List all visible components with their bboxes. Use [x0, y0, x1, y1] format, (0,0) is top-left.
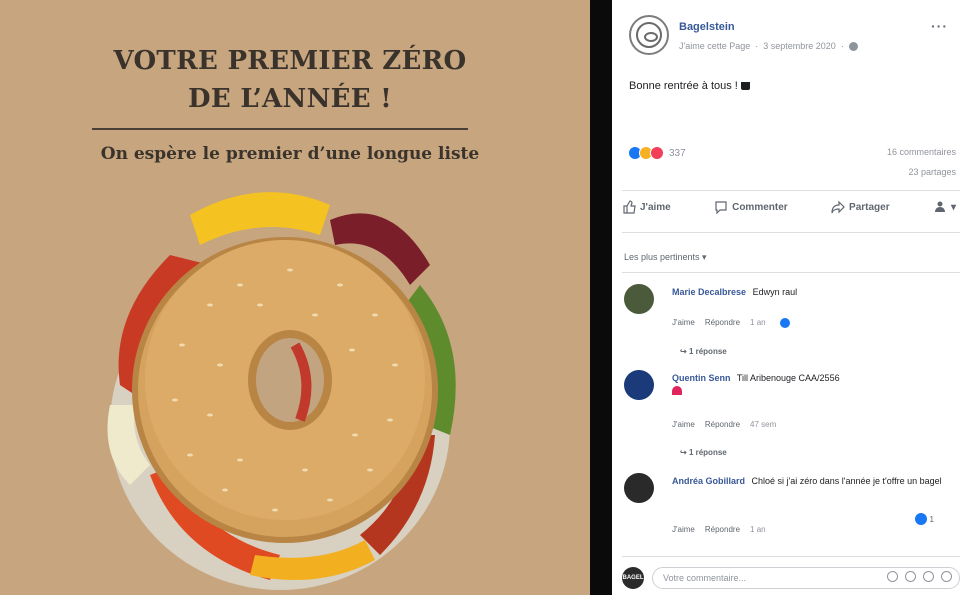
post-date[interactable]: 3 septembre 2020 [763, 41, 836, 51]
post-photo[interactable]: VOTRE PREMIER ZÉRO DE L’ANNÉE ! On espèr… [0, 0, 590, 595]
gif-icon[interactable] [923, 571, 934, 582]
composer-tools [887, 571, 952, 582]
comment-meta: J'aime Répondre 1 an [672, 318, 790, 328]
separator [622, 272, 960, 273]
like-reaction-icon [914, 513, 927, 525]
people-icon [934, 201, 945, 212]
ad-divider [92, 128, 468, 130]
shares-count[interactable]: 23 partages [908, 167, 956, 177]
comment-time[interactable]: 1 an [750, 318, 766, 328]
comment-likes-count: 1 [929, 514, 934, 524]
view-replies-link[interactable]: ↪ 1 réponse [680, 347, 727, 356]
post-panel: Bagelstein J'aime cette Page · 3 septemb… [612, 0, 960, 595]
sticker-icon[interactable] [941, 571, 952, 582]
like-page-link[interactable]: J'aime cette Page [679, 41, 750, 51]
comment-reply-link[interactable]: Répondre [705, 420, 740, 429]
commenter-avatar[interactable] [624, 370, 654, 400]
comment-body: Quentin Senn Till Aribenouge CAA/2556 [672, 372, 946, 398]
share-icon [831, 200, 845, 214]
comment-label: Commenter [732, 201, 788, 213]
thumbs-up-icon [623, 200, 636, 214]
page-avatar[interactable] [629, 15, 669, 55]
more-options-icon[interactable]: ··· [931, 18, 948, 34]
reactions-count: 337 [669, 147, 686, 159]
heart-emoji-icon [672, 386, 682, 395]
separator [622, 556, 960, 557]
commenter-avatar[interactable] [624, 284, 654, 314]
share-button[interactable]: Partager [831, 200, 890, 214]
ad-title-line2: DE L’ANNÉE ! [188, 84, 392, 114]
replies-count: 1 réponse [688, 347, 727, 356]
comment-author[interactable]: Andréa Gobillard [672, 476, 745, 486]
like-badge-icon [779, 318, 790, 328]
comment-sort-dropdown[interactable]: Les plus pertinents ▾ [624, 252, 707, 263]
photo-divider [590, 0, 612, 595]
chevron-down-icon: ▾ [950, 201, 956, 213]
ad-title: VOTRE PREMIER ZÉRO DE L’ANNÉE ! [60, 42, 520, 118]
comment-author[interactable]: Quentin Senn [672, 373, 731, 383]
comment-icon [715, 201, 727, 214]
comment-author[interactable]: Marie Decalbrese [672, 287, 746, 297]
audience-selector[interactable]: ▾ [933, 200, 956, 214]
comment-time[interactable]: 1 an [750, 525, 766, 534]
comment-like-link[interactable]: J'aime [672, 420, 695, 429]
share-label: Partager [849, 201, 890, 213]
comment-time[interactable]: 47 sem [750, 420, 776, 429]
comment-meta: J'aime Répondre 47 sem [672, 420, 776, 429]
ad-subtitle: On espère le premier d’une longue liste [100, 144, 480, 164]
comment-like-link[interactable]: J'aime [672, 525, 695, 534]
camera-icon[interactable] [905, 571, 916, 582]
comment-text: Edwyn raul [752, 287, 798, 297]
action-bar: J'aime Commenter Partager ▾ [622, 200, 956, 214]
comment-button[interactable]: Commenter [714, 200, 788, 214]
comment-reactions[interactable]: 1 [914, 513, 934, 525]
bagel-illustration [107, 192, 456, 590]
post-text-content: Bonne rentrée à tous ! [629, 80, 738, 92]
commenter-avatar[interactable] [624, 473, 654, 503]
emoji-icon[interactable] [887, 571, 898, 582]
comment-text: Chloé si j'ai zéro dans l'année je t'off… [751, 476, 942, 486]
reactions-summary[interactable]: 337 [628, 146, 686, 160]
comment-composer: BAGEL Votre commentaire... [622, 566, 960, 590]
comment-meta: J'aime Répondre 1 an [672, 525, 766, 534]
post-text: Bonne rentrée à tous ! [629, 80, 750, 92]
comment-reply-link[interactable]: Répondre [705, 318, 740, 328]
globe-icon [848, 41, 858, 51]
replies-count: 1 réponse [688, 448, 727, 457]
post-meta: J'aime cette Page · 3 septembre 2020 · [679, 41, 858, 51]
comment-like-link[interactable]: J'aime [672, 318, 695, 328]
page-name-link[interactable]: Bagelstein [679, 21, 735, 33]
like-button[interactable]: J'aime [622, 200, 671, 214]
current-user-avatar: BAGEL [622, 567, 644, 589]
comment-body: Andréa Gobillard Chloé si j'ai zéro dans… [672, 475, 946, 488]
separator [622, 232, 960, 233]
comments-count[interactable]: 16 commentaires [887, 147, 956, 157]
coffee-emoji-icon [740, 82, 750, 90]
ad-title-line1: VOTRE PREMIER ZÉRO [113, 46, 467, 76]
comment-reply-link[interactable]: Répondre [705, 525, 740, 534]
like-label: J'aime [640, 201, 671, 213]
comment-body: Marie Decalbrese Edwyn raul [672, 286, 946, 299]
love-reaction-icon [650, 146, 664, 160]
comment-text: Till Aribenouge CAA/2556 [736, 373, 840, 383]
view-replies-link[interactable]: ↪ 1 réponse [680, 448, 727, 457]
separator [622, 190, 960, 191]
